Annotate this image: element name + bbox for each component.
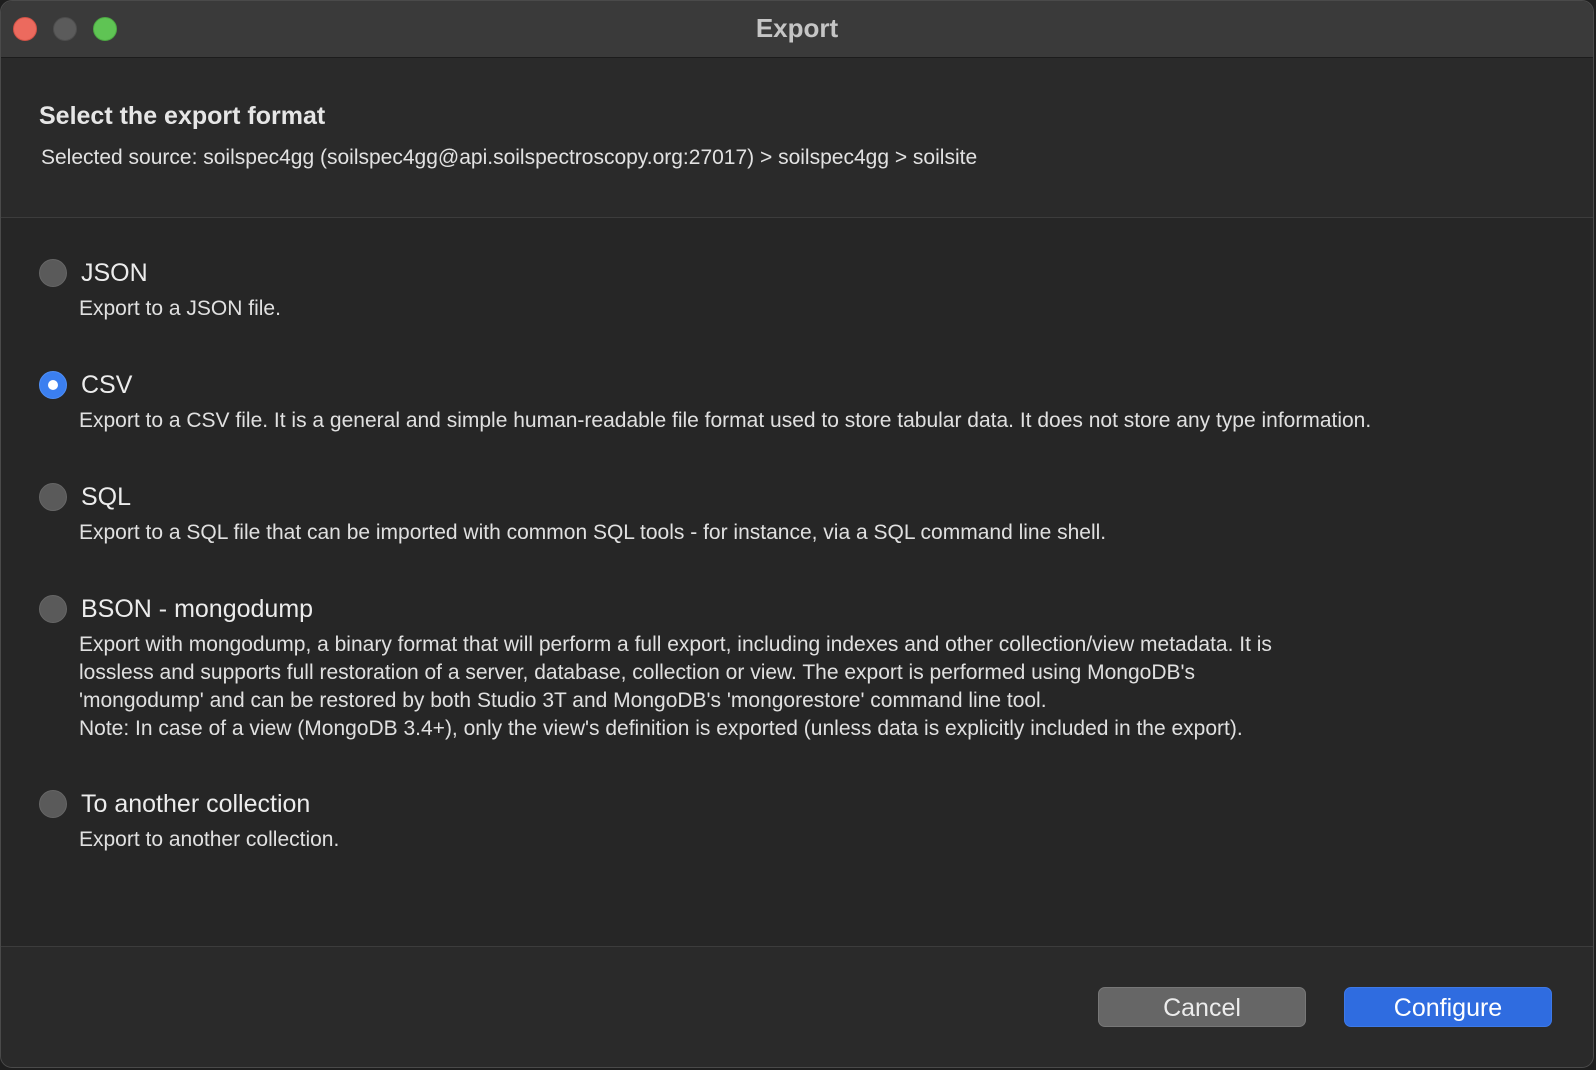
option-description: Export to another collection. — [79, 826, 1563, 854]
radio-sql[interactable] — [39, 483, 67, 511]
option-label[interactable]: To another collection — [81, 786, 310, 822]
title-bar: Export — [1, 1, 1593, 58]
option-label[interactable]: BSON - mongodump — [81, 591, 313, 627]
option-description: Export to a SQL file that can be importe… — [79, 519, 1563, 547]
description-line: Export to another collection. — [79, 828, 340, 851]
description-line: lossless and supports full restoration o… — [79, 661, 1196, 684]
configure-button[interactable]: Configure — [1344, 987, 1552, 1027]
option-description: Export with mongodump, a binary format t… — [79, 631, 1563, 743]
option-description: Export to a JSON file. — [79, 295, 1563, 323]
window-title: Export — [755, 13, 839, 43]
description-line: Export with mongodump, a binary format t… — [79, 633, 1272, 656]
cancel-button[interactable]: Cancel — [1098, 987, 1306, 1027]
radio-json[interactable] — [39, 259, 67, 287]
selected-source-text: Selected source: soilspec4gg (soilspec4g… — [41, 146, 978, 169]
radio-another-collection[interactable] — [39, 790, 67, 818]
radio-bson-mongodump[interactable] — [39, 595, 67, 623]
dialog-header: Select the export format Selected source… — [1, 58, 1593, 218]
description-line: Export to a SQL file that can be importe… — [79, 521, 1107, 544]
description-line: 'mongodump' and can be restored by both … — [79, 689, 1047, 712]
radio-csv[interactable] — [39, 371, 67, 399]
option-label[interactable]: SQL — [81, 479, 131, 515]
format-options: JSON Export to a JSON file. CSV Export t… — [1, 218, 1593, 947]
description-line: Export to a CSV file. It is a general an… — [79, 409, 1372, 432]
option-label[interactable]: JSON — [81, 255, 148, 291]
export-dialog: Export Select the export format Selected… — [0, 0, 1594, 1068]
page-title: Select the export format — [39, 102, 326, 130]
option-description: Export to a CSV file. It is a general an… — [79, 407, 1563, 435]
description-line: Export to a JSON file. — [79, 297, 281, 320]
description-line: Note: In case of a view (MongoDB 3.4+), … — [79, 717, 1243, 740]
dialog-footer: Cancel Configure — [1, 947, 1593, 1067]
option-label[interactable]: CSV — [81, 367, 132, 403]
